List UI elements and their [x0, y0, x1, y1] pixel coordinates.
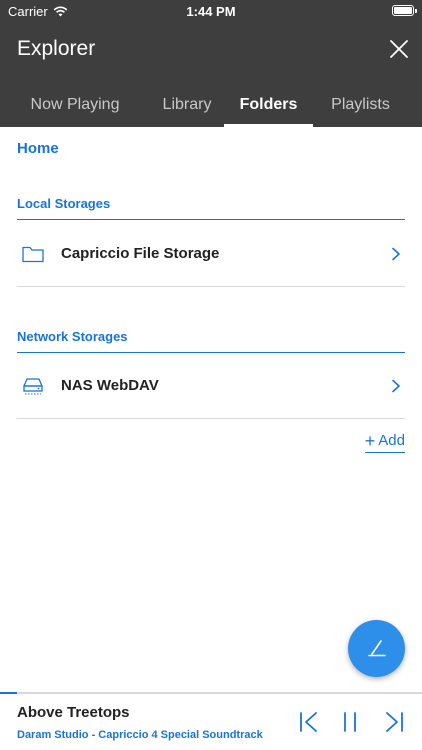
pause-icon[interactable] [338, 710, 362, 734]
status-time: 1:44 PM [186, 4, 236, 19]
edit-fab-button[interactable] [348, 620, 405, 677]
plus-icon: + [364, 430, 376, 451]
tab-folders[interactable]: Folders [224, 82, 313, 127]
track-subtitle[interactable]: Daram Studio - Capriccio 4 Special Sound… [17, 729, 263, 741]
chevron-right-icon [392, 379, 400, 392]
list-item-nas-webdav[interactable]: NAS WebDAV [17, 353, 405, 419]
page-title: Explorer [17, 37, 96, 60]
chevron-right-icon [392, 247, 400, 260]
status-bar: Carrier 1:44 PM [0, 0, 422, 22]
section-network-storages: Network Storages [17, 329, 405, 353]
skip-previous-icon[interactable] [297, 710, 321, 734]
tab-now-playing[interactable]: Now Playing [0, 82, 150, 127]
add-label: Add [378, 432, 405, 449]
tab-bar: Now Playing Library Folders Playlists [0, 82, 422, 127]
storage-label: NAS WebDAV [61, 377, 159, 394]
mini-player: Above Treetops Daram Studio - Capriccio … [0, 694, 422, 750]
storage-label: Capriccio File Storage [61, 245, 220, 262]
battery-icon [392, 5, 417, 16]
tab-library[interactable]: Library [150, 82, 224, 127]
breadcrumb-home[interactable]: Home [17, 140, 59, 157]
add-storage-button[interactable]: + Add [364, 430, 405, 453]
pen-icon [367, 639, 386, 656]
section-local-storages: Local Storages [17, 196, 405, 220]
close-icon[interactable] [388, 38, 410, 60]
folder-icon [22, 246, 44, 262]
track-title[interactable]: Above Treetops [17, 704, 130, 721]
tab-playlists[interactable]: Playlists [313, 82, 408, 127]
skip-next-icon[interactable] [382, 710, 406, 734]
app-header: Carrier 1:44 PM Explorer Now Playing Lib… [0, 0, 422, 127]
list-item-capriccio-file-storage[interactable]: Capriccio File Storage [17, 221, 405, 287]
nas-drive-icon [23, 377, 43, 394]
